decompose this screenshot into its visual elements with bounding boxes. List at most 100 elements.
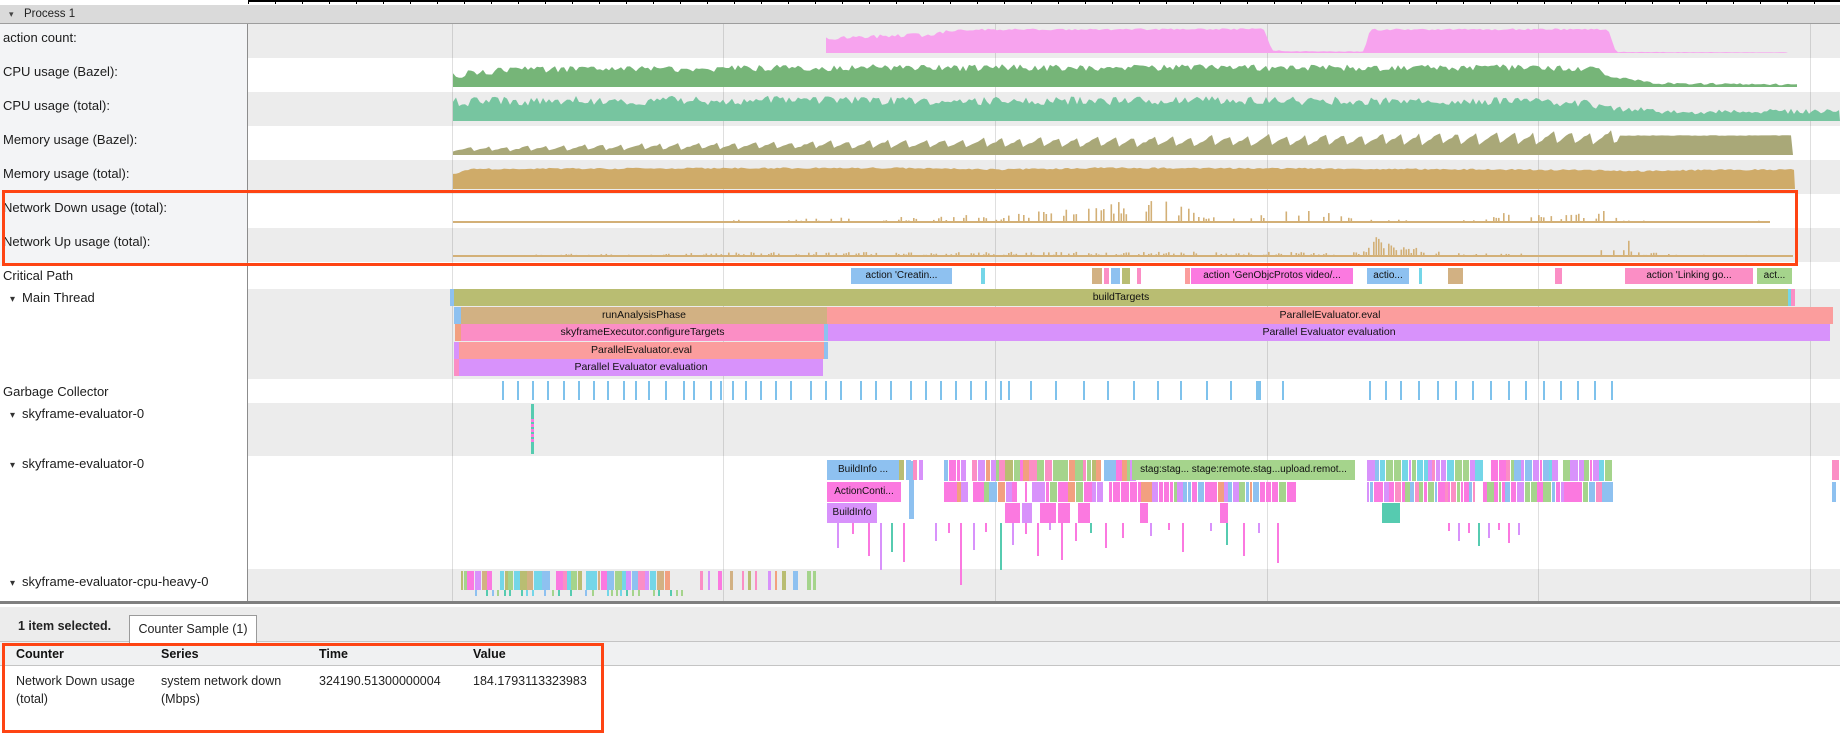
track-label-skyframe-evaluator-cpu-heavy-0[interactable]: ▾skyframe-evaluator-cpu-heavy-0 — [10, 574, 208, 589]
skyframe2-dense-slice[interactable] — [1209, 482, 1217, 502]
skyframe2-dense-slice[interactable] — [1239, 482, 1245, 502]
cpu-heavy-subtick[interactable] — [521, 590, 523, 596]
column-header-value[interactable]: Value — [473, 647, 506, 661]
skyframe2-dense-slice[interactable] — [1455, 460, 1462, 481]
gc-event-tick[interactable] — [1083, 381, 1085, 400]
skyframe2-waterfall-line[interactable] — [1061, 523, 1063, 560]
cpu-heavy-slice[interactable] — [730, 571, 733, 590]
skyframe2-dense-slice[interactable] — [1032, 482, 1039, 502]
skyframe2-dense-slice[interactable] — [1514, 460, 1520, 481]
gc-event-tick[interactable] — [635, 381, 637, 400]
gc-event-tick[interactable] — [1206, 381, 1208, 400]
skyframe2-dense-slice[interactable] — [1068, 482, 1075, 502]
gc-event-tick[interactable] — [1437, 381, 1439, 400]
gc-event-tick[interactable] — [1472, 381, 1474, 400]
skyframe2-dense-slice[interactable] — [1575, 482, 1582, 502]
track-label-main-thread[interactable]: ▾Main Thread — [10, 290, 95, 305]
gc-event-tick[interactable] — [1000, 381, 1002, 400]
skyframe2-dense-slice[interactable] — [1124, 482, 1129, 502]
gc-event-tick[interactable] — [790, 381, 792, 400]
skyframe2-dense-slice[interactable] — [1552, 482, 1555, 502]
skyframe2-dense-slice[interactable] — [1525, 482, 1531, 502]
expand-triangle-icon[interactable]: ▾ — [10, 410, 15, 421]
skyframe2-dense-slice[interactable] — [1424, 482, 1427, 502]
critical-path-slice-sliver[interactable] — [1448, 268, 1463, 284]
main-thread-slice-parallelevaluator-eval[interactable]: ParallelEvaluator.eval — [827, 307, 1833, 324]
counter-chart-memory-usage-total-[interactable] — [0, 160, 1840, 194]
cpu-heavy-subtick[interactable] — [620, 590, 622, 596]
skyframe2-dense-slice[interactable] — [1104, 460, 1112, 481]
skyframe2-waterfall-line[interactable] — [1000, 523, 1002, 570]
gc-event-tick[interactable] — [1369, 381, 1371, 400]
cpu-heavy-subtick[interactable] — [632, 590, 634, 596]
skyframe2-waterfall-line[interactable] — [960, 523, 962, 585]
skyframe2-waterfall-line[interactable] — [1049, 523, 1051, 530]
gc-event-tick[interactable] — [840, 381, 842, 400]
skyframe2-dense-slice[interactable] — [1552, 460, 1558, 481]
gc-event-tick[interactable] — [860, 381, 862, 400]
cpu-heavy-subtick[interactable] — [504, 590, 506, 596]
cpu-heavy-slice[interactable] — [638, 571, 644, 590]
skyframe2-dense-slice[interactable] — [1380, 460, 1386, 481]
counter-chart-cpu-usage-bazel-[interactable] — [0, 58, 1840, 92]
skyframe2-waterfall-line[interactable] — [1508, 523, 1510, 543]
gc-event-tick[interactable] — [890, 381, 892, 400]
skyframe2-dense-slice[interactable] — [1260, 482, 1265, 502]
skyframe2-dense-slice[interactable] — [1092, 460, 1096, 481]
track-label-memory-usage-total[interactable]: Memory usage (total): — [3, 166, 129, 181]
skyframe2-dense-slice[interactable] — [949, 460, 957, 481]
skyframe2-waterfall-line[interactable] — [1478, 523, 1480, 546]
skyframe2-dense-slice[interactable] — [1579, 460, 1584, 481]
skyframe2-dense-slice[interactable] — [1511, 482, 1516, 502]
tab-counter-sample[interactable]: Counter Sample (1) — [129, 615, 257, 643]
skyframe2-dense-slice[interactable] — [1069, 460, 1075, 481]
skyframe2-dense-slice[interactable] — [1040, 482, 1045, 502]
cpu-heavy-slice[interactable] — [482, 571, 487, 590]
skyframe2-waterfall-line[interactable] — [1448, 523, 1450, 531]
skyframe2-dense-slice[interactable] — [991, 460, 996, 481]
skyframe2-slice-stag-stag-stage-remote-stag-upload-remot[interactable]: stag:stag... stage:remote.stag...upload.… — [1132, 460, 1355, 480]
skyframe2-waterfall-line[interactable] — [868, 523, 870, 556]
gc-event-tick[interactable] — [578, 381, 580, 400]
cpu-heavy-subtick[interactable] — [509, 590, 511, 596]
gc-event-tick[interactable] — [1577, 381, 1579, 400]
cpu-heavy-subtick[interactable] — [558, 590, 560, 596]
gc-event-tick[interactable] — [1230, 381, 1232, 400]
skyframe2-dense-slice[interactable] — [1384, 482, 1389, 502]
skyframe2-dense-slice[interactable] — [1287, 482, 1292, 502]
cpu-heavy-slice[interactable] — [768, 571, 771, 590]
skyframe1-nested-slice[interactable] — [531, 419, 534, 442]
expand-triangle-icon[interactable]: ▾ — [10, 294, 15, 305]
cpu-heavy-slice[interactable] — [475, 571, 482, 590]
skyframe2-dense-slice[interactable] — [1152, 482, 1158, 502]
skyframe2-dense-slice[interactable] — [1228, 482, 1232, 502]
skyframe2-dense-slice[interactable] — [1177, 482, 1183, 502]
skyframe2-dense-slice[interactable] — [1537, 482, 1542, 502]
skyframe2-waterfall-line[interactable] — [1498, 523, 1500, 530]
skyframe2-slice-sliver[interactable] — [1022, 503, 1032, 523]
cpu-heavy-slice[interactable] — [657, 571, 665, 590]
gc-event-tick[interactable] — [825, 381, 827, 400]
skyframe2-dense-slice[interactable] — [1092, 482, 1096, 502]
skyframe2-slice-buildinfo[interactable]: BuildInfo — [827, 503, 877, 523]
skyframe2-dense-slice[interactable] — [1192, 482, 1198, 502]
main-thread-slice-sliver[interactable] — [824, 342, 828, 359]
cpu-heavy-slice[interactable] — [632, 571, 638, 590]
counter-chart-network-up-usage-total-[interactable] — [0, 228, 1840, 262]
gc-event-tick[interactable] — [1385, 381, 1387, 400]
skyframe2-waterfall-line[interactable] — [973, 523, 975, 550]
skyframe2-waterfall-line[interactable] — [903, 523, 905, 562]
cpu-heavy-subtick[interactable] — [570, 590, 572, 596]
cpu-heavy-slice[interactable] — [813, 571, 816, 590]
cpu-heavy-slice[interactable] — [645, 571, 649, 590]
skyframe2-dense-slice[interactable] — [1412, 460, 1417, 481]
cpu-heavy-subtick[interactable] — [670, 590, 672, 596]
main-thread-slice-parallel-evaluator-evaluation[interactable]: Parallel Evaluator evaluation — [459, 359, 823, 376]
gc-event-tick[interactable] — [1133, 381, 1135, 400]
skyframe2-dense-slice[interactable] — [1170, 482, 1173, 502]
skyframe2-dense-slice[interactable] — [1164, 482, 1170, 502]
cpu-heavy-subtick[interactable] — [492, 590, 494, 596]
column-header-time[interactable]: Time — [319, 647, 348, 661]
skyframe2-dense-slice[interactable] — [1543, 460, 1549, 481]
cpu-heavy-slice[interactable] — [650, 571, 657, 590]
